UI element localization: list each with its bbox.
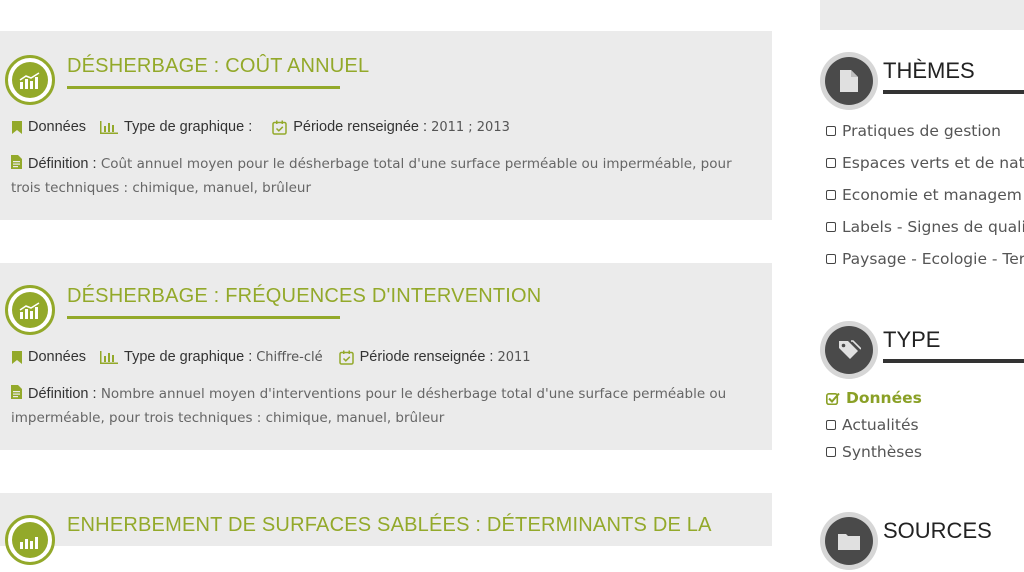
checkbox[interactable] (826, 190, 836, 200)
result-definition: Définition : Coût annuel moyen pour le d… (11, 152, 761, 200)
result-meta: Données Type de graphique : Chiffre-clé … (12, 349, 545, 365)
themes-section-header: THÈMES (820, 52, 1024, 112)
type-option-donnees[interactable]: Données (826, 389, 1024, 407)
tags-icon (820, 321, 878, 379)
folder-icon (820, 512, 878, 570)
type-section-header: TYPE (820, 321, 1024, 381)
period-label: Période renseignée : (293, 119, 428, 135)
definition-text: trois techniques : chimique, manuel, brû… (11, 180, 312, 196)
definition-text: Coût annuel moyen pour le désherbage tot… (100, 156, 732, 172)
checkbox[interactable] (826, 254, 836, 264)
theme-option[interactable]: Paysage - Ecologie - Ter (826, 250, 1024, 268)
bookmark-icon (12, 120, 22, 134)
checkbox[interactable] (826, 158, 836, 168)
checkbox[interactable] (826, 222, 836, 232)
theme-option[interactable]: Labels - Signes de quali (826, 218, 1024, 236)
period-value: 2011 (497, 349, 531, 365)
result-title-link[interactable]: DÉSHERBAGE : FRÉQUENCES D'INTERVENTION (67, 285, 541, 308)
type-option-actualites[interactable]: Actualités (826, 416, 1024, 434)
themes-title: THÈMES (883, 58, 975, 83)
checkbox-checked-icon[interactable] (826, 392, 840, 405)
type-label: Données (28, 349, 87, 365)
document-small-icon (11, 155, 22, 169)
result-meta: Données Type de graphique : Période rens… (12, 119, 524, 135)
calendar-check-icon (272, 120, 287, 135)
result-title-link[interactable]: ENHERBEMENT DE SURFACES SABLÉES : DÉTERM… (67, 514, 712, 537)
type-rule (883, 359, 1024, 363)
result-card: ENHERBEMENT DE SURFACES SABLÉES : DÉTERM… (0, 493, 772, 565)
definition-text: Nombre annuel moyen d'interventions pour… (100, 386, 727, 402)
document-icon (820, 52, 878, 110)
document-small-icon (11, 385, 22, 399)
type-title: TYPE (883, 327, 941, 352)
result-card: DÉSHERBAGE : COÛT ANNUEL Données Type de… (0, 31, 772, 220)
themes-rule (883, 90, 1024, 94)
period-label: Période renseignée : (359, 349, 494, 365)
theme-option[interactable]: Pratiques de gestion (826, 122, 1024, 140)
bar-chart-icon (5, 55, 55, 105)
title-underline (67, 86, 340, 89)
graph-type-label: Type de graphique : (124, 119, 253, 135)
sources-section-header: SOURCES (820, 512, 1024, 572)
sidebar-search-box (820, 0, 1024, 30)
checkbox[interactable] (826, 420, 836, 430)
result-definition: Définition : Nombre annuel moyen d'inter… (11, 382, 761, 430)
type-option-syntheses[interactable]: Synthèses (826, 443, 1024, 461)
bar-chart-icon (5, 515, 55, 565)
result-title-link[interactable]: DÉSHERBAGE : COÛT ANNUEL (67, 55, 369, 78)
calendar-check-icon (338, 350, 354, 365)
bar-chart-small-icon (100, 350, 119, 364)
definition-label: Définition : (28, 156, 97, 172)
definition-label: Définition : (28, 386, 97, 402)
graph-type-label: Type de graphique : (124, 349, 253, 365)
bar-chart-small-icon (100, 120, 119, 134)
type-label: Données (28, 119, 87, 135)
result-card: DÉSHERBAGE : FRÉQUENCES D'INTERVENTION D… (0, 263, 772, 450)
theme-option[interactable]: Espaces verts et de nat (826, 154, 1024, 172)
definition-text: imperméable, pour trois techniques : chi… (11, 410, 445, 426)
theme-option[interactable]: Economie et managem (826, 186, 1024, 204)
checkbox[interactable] (826, 126, 836, 136)
checkbox[interactable] (826, 447, 836, 457)
sources-title: SOURCES (883, 518, 992, 543)
graph-type-value: Chiffre-clé (256, 349, 323, 365)
bookmark-icon (12, 350, 22, 364)
title-underline (67, 316, 340, 319)
bar-chart-icon (5, 285, 55, 335)
period-value: 2011 ; 2013 (431, 119, 510, 135)
